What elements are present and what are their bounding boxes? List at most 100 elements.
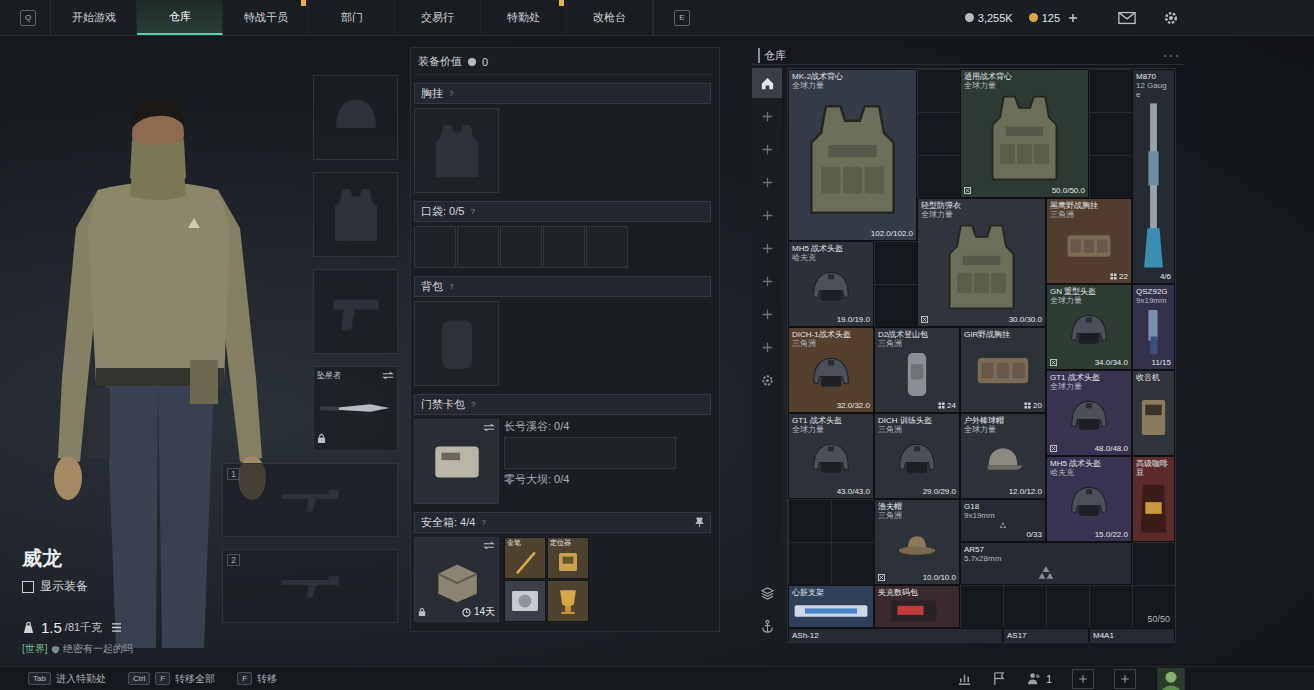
storage-tab[interactable] xyxy=(752,332,782,362)
key-hint[interactable]: CtrlF 转移全部 xyxy=(128,672,215,686)
show-gear-checkbox[interactable]: 显示装备 xyxy=(22,578,222,595)
storage-tab[interactable] xyxy=(752,266,782,296)
storage-item[interactable]: 夹克数码包 xyxy=(874,585,960,628)
storage-item[interactable]: M870 12 Gauge 4/6 xyxy=(1132,69,1175,284)
flag-icon[interactable] xyxy=(992,671,1007,686)
plus-icon[interactable] xyxy=(1068,13,1078,23)
storage-item[interactable]: 黑鹰野战胸挂 三角洲 22 xyxy=(1046,198,1132,284)
storage-item[interactable]: DICH-1战术头盔 三角洲 32.0/32.0 xyxy=(788,327,874,413)
storage-item[interactable]: 渔夫帽 三角洲 10.0/10.0 xyxy=(874,499,960,585)
storage-item[interactable]: 高级咖啡豆 xyxy=(1132,456,1175,542)
backpack-slot[interactable] xyxy=(414,301,499,386)
storage-item[interactable]: GT1 战术头盔 全球力量 48.0/48.0 xyxy=(1046,370,1132,456)
coffee-icon xyxy=(1136,478,1171,538)
key-hint[interactable]: Tab 进入特勤处 xyxy=(28,672,106,686)
storage-tab[interactable] xyxy=(752,167,782,197)
chest-rig-slot[interactable] xyxy=(414,108,499,193)
friends-button[interactable]: 1 xyxy=(1027,671,1052,686)
storage-item[interactable]: 心脏支架 xyxy=(788,585,874,628)
storage-tab[interactable] xyxy=(752,299,782,329)
storage-tab[interactable] xyxy=(752,200,782,230)
weight-icon xyxy=(22,621,35,634)
storage-item[interactable]: G18 9x19mm 0/33 xyxy=(960,499,1046,542)
nav-tab[interactable]: 交易行 xyxy=(395,0,481,35)
plus-icon xyxy=(760,175,775,190)
storage-item[interactable]: QSZ92G 9x19mm 11/15 xyxy=(1132,284,1175,370)
gear-slot[interactable] xyxy=(313,75,398,160)
storage-item[interactable]: 户外棒球帽 全球力量 12.0/12.0 xyxy=(960,413,1046,499)
storage-item[interactable]: MK-2战术背心 全球力量 102.0/102.0 xyxy=(788,69,917,241)
safe-item[interactable] xyxy=(547,580,589,622)
nav-tab[interactable]: 部门 xyxy=(309,0,395,35)
safe-item[interactable]: 金笔 xyxy=(504,537,546,579)
pocket-slot[interactable] xyxy=(457,226,499,268)
storage-item[interactable]: DICH 训练头盔 三角洲 29.0/29.0 xyxy=(874,413,960,499)
storage-tab[interactable] xyxy=(752,68,782,98)
gear-icon xyxy=(760,373,775,388)
nav-tab[interactable]: 特勤处 xyxy=(481,0,567,35)
friends-icon xyxy=(1027,671,1042,686)
storage-tab[interactable] xyxy=(752,233,782,263)
keycard-box[interactable] xyxy=(504,437,676,469)
next-tab-key[interactable]: E xyxy=(674,10,690,26)
storage-item[interactable]: ASh-12 xyxy=(788,628,1003,643)
weapon-slot[interactable]: 2 xyxy=(222,549,398,623)
storage-item[interactable]: GIR野战胸挂 20 xyxy=(960,327,1046,413)
invite-button[interactable] xyxy=(1114,669,1136,689)
storage-tool[interactable] xyxy=(752,611,782,641)
gear-slot[interactable] xyxy=(313,172,398,257)
safe-slot[interactable]: 14天 xyxy=(414,537,499,622)
swap-icon[interactable] xyxy=(483,423,495,432)
coin-icon xyxy=(965,13,974,22)
checkbox[interactable] xyxy=(22,581,34,593)
keycard-case: 长号溪谷: 0/4 零号大坝: 0/4 xyxy=(414,419,711,504)
melee-slot[interactable]: 坠星者 xyxy=(313,366,398,451)
nav-tab[interactable]: 特战干员 xyxy=(223,0,309,35)
storage-tab[interactable] xyxy=(752,134,782,164)
chat-line[interactable]: [世界] 绝密有一起的吗 xyxy=(22,642,222,656)
safe-item[interactable]: 定位器 xyxy=(547,537,589,579)
mail-icon[interactable] xyxy=(1118,10,1136,26)
storage-item[interactable]: 通用战术背心 全球力量 50.0/50.0 xyxy=(960,69,1089,198)
prev-tab-key[interactable]: Q xyxy=(20,10,36,26)
storage-item[interactable]: 收音机 xyxy=(1132,370,1175,456)
storage-item[interactable]: AS17 xyxy=(1003,628,1089,643)
pocket-slot[interactable] xyxy=(414,226,456,268)
weapon-slot[interactable]: 1 xyxy=(222,463,398,537)
list-icon[interactable] xyxy=(111,623,122,632)
storage-item[interactable]: M4A1 xyxy=(1089,628,1175,643)
storage-item[interactable]: AR57 5.7x28mm xyxy=(960,542,1132,585)
placeholder-icon xyxy=(964,521,1042,529)
nav-tab[interactable]: 改枪台 xyxy=(567,0,653,35)
storage-item[interactable]: MH5 战术头盔 哈夫克 19.0/19.0 xyxy=(788,241,874,327)
anchor-icon xyxy=(760,619,775,634)
storage-tab[interactable] xyxy=(752,101,782,131)
storage-tab[interactable] xyxy=(752,365,782,395)
pocket-slot[interactable] xyxy=(500,226,542,268)
safe-item[interactable] xyxy=(504,580,546,622)
gear-slot[interactable] xyxy=(313,269,398,354)
swap-icon[interactable] xyxy=(382,371,394,380)
storage-item[interactable]: GT1 战术头盔 全球力量 43.0/43.0 xyxy=(788,413,874,499)
player-avatar[interactable] xyxy=(1156,668,1186,690)
stats-icon[interactable] xyxy=(957,671,972,686)
map-label: 长号溪谷: 0/4 xyxy=(504,419,676,434)
pocket-slot[interactable] xyxy=(543,226,585,268)
key-hint[interactable]: F 转移 xyxy=(237,672,277,686)
more-icon[interactable] xyxy=(1163,54,1179,58)
storage-item[interactable]: D2战术登山包 三角洲 24 xyxy=(874,327,960,413)
nav-tab[interactable]: 仓库 xyxy=(137,0,223,35)
gear-icon[interactable] xyxy=(1162,10,1180,26)
invite-button[interactable] xyxy=(1072,669,1094,689)
swap-icon[interactable] xyxy=(483,541,495,550)
pin-icon[interactable] xyxy=(695,517,704,528)
radio-icon xyxy=(1136,383,1171,452)
pocket-slot[interactable] xyxy=(586,226,628,268)
nav-tab[interactable]: 开始游戏 xyxy=(51,0,137,35)
gear-value: 装备价值 0 xyxy=(414,51,711,75)
storage-item[interactable]: GN 重型头盔 全球力量 34.0/34.0 xyxy=(1046,284,1132,370)
storage-item[interactable]: MH5 战术头盔 哈夫克 15.0/22.0 xyxy=(1046,456,1132,542)
keycard-slot[interactable] xyxy=(414,419,499,504)
storage-item[interactable]: 轻型防弹衣 全球力量 30.0/30.0 xyxy=(917,198,1046,327)
storage-tool[interactable] xyxy=(752,578,782,608)
